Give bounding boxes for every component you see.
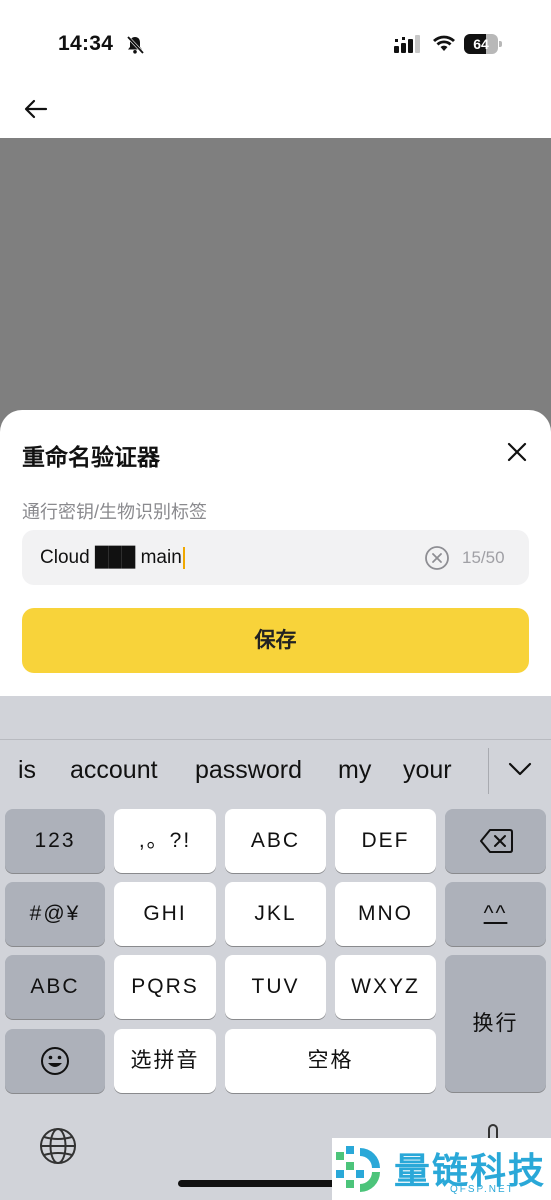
key-wxyz[interactable]: WXYZ <box>335 955 436 1019</box>
wifi-icon <box>433 35 455 51</box>
char-count: 15/50 <box>462 548 505 567</box>
modal-overlay[interactable] <box>0 138 551 438</box>
label-input[interactable]: Cloud ███ main 15/50 <box>22 530 529 585</box>
emoji-icon <box>41 1047 69 1076</box>
suggestion-word[interactable]: is <box>18 756 36 785</box>
battery-indicator: 64 <box>464 34 502 54</box>
bell-muted-icon <box>126 35 145 55</box>
key-abc-mode[interactable]: ABC <box>5 955 105 1019</box>
key-tuv[interactable]: TUV <box>225 955 326 1019</box>
key-emoticon[interactable]: ^^ <box>445 882 546 946</box>
suggestion-word[interactable]: my <box>338 756 371 785</box>
input-value[interactable]: Cloud ███ main <box>40 530 185 585</box>
key-mno[interactable]: MNO <box>335 882 436 946</box>
sheet-title: 重命名验证器 <box>22 444 160 470</box>
key-pinyin-select[interactable]: 选拼音 <box>114 1029 216 1093</box>
key-punctuation[interactable]: ,。?! <box>114 809 216 873</box>
status-bar: 14:34 64 <box>0 0 551 90</box>
watermark: 量链科技 QFSP.NET <box>332 1138 551 1200</box>
field-label: 通行密钥/生物识别标签 <box>22 502 207 522</box>
suggestion-word[interactable]: account <box>70 756 158 785</box>
suggestion-word[interactable]: your <box>403 756 452 785</box>
backspace-icon <box>479 829 513 854</box>
signal-icon <box>394 35 420 53</box>
keyboard: is account password my your 123 ,。?! ABC… <box>0 696 551 1200</box>
globe-icon[interactable] <box>38 1126 78 1166</box>
save-button[interactable]: 保存 <box>22 608 529 673</box>
key-def[interactable]: DEF <box>335 809 436 873</box>
battery-percent: 64 <box>473 36 489 52</box>
watermark-subtext: QFSP.NET <box>450 1184 515 1195</box>
key-abc[interactable]: ABC <box>225 809 326 873</box>
suggestion-word[interactable]: password <box>195 756 302 785</box>
chevron-down-icon[interactable] <box>506 758 534 780</box>
key-symbols[interactable]: #@¥ <box>5 882 105 946</box>
return-key[interactable]: 换行 <box>445 955 546 1092</box>
backspace-key[interactable] <box>445 809 546 873</box>
text-caret <box>182 546 185 569</box>
clear-icon[interactable] <box>424 545 450 571</box>
key-jkl[interactable]: JKL <box>225 882 326 946</box>
key-ghi[interactable]: GHI <box>114 882 216 946</box>
space-key[interactable]: 空格 <box>225 1029 436 1093</box>
emoji-key[interactable] <box>5 1029 105 1093</box>
status-time: 14:34 <box>58 32 114 55</box>
rename-sheet: 重命名验证器 通行密钥/生物识别标签 Cloud ███ main 15/50 … <box>0 410 551 700</box>
arrow-left-icon[interactable] <box>22 95 50 123</box>
key-pqrs[interactable]: PQRS <box>114 955 216 1019</box>
watermark-logo-icon <box>336 1146 380 1192</box>
key-123[interactable]: 123 <box>5 809 105 873</box>
nav-bar <box>0 90 551 138</box>
close-icon[interactable] <box>503 438 531 466</box>
